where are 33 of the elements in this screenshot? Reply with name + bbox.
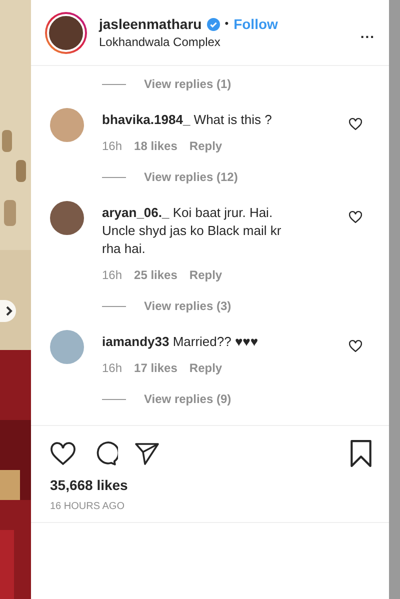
heart-icon[interactable] [349, 118, 362, 130]
likes-count[interactable]: 35,668 likes [31, 473, 389, 497]
comment-time: 16h [102, 268, 122, 282]
separator: • [224, 18, 229, 30]
heart-icon[interactable] [50, 442, 76, 465]
view-replies-button[interactable]: View replies (9) [144, 392, 232, 406]
comment-text: aryan_06._ Koi baat jrur. Hai. Uncle shyd jas ko Black mail kr rha hai. [102, 204, 282, 258]
reply-button[interactable]: Reply [189, 139, 222, 153]
heart-icon[interactable] [349, 340, 362, 352]
likes-link[interactable]: 25 likes [134, 268, 178, 282]
username[interactable]: jasleenmatharu [99, 16, 202, 32]
heart-icon[interactable] [349, 211, 362, 223]
follow-link[interactable]: Follow [234, 16, 278, 32]
verified-icon [206, 18, 220, 30]
view-replies-button[interactable]: View replies (3) [144, 299, 232, 313]
likes-link[interactable]: 18 likes [134, 139, 178, 153]
avatar[interactable] [45, 12, 87, 54]
comment-time: 16h [102, 139, 122, 153]
post-time: 16 HOURS AGO [49, 500, 126, 514]
bookmark-icon[interactable] [349, 440, 373, 467]
location-link[interactable]: Lokhandwala Complex [99, 35, 360, 49]
view-replies-button[interactable]: View replies (1) [144, 77, 232, 91]
reply-button[interactable]: Reply [189, 361, 222, 375]
view-replies-button[interactable]: View replies (12) [144, 170, 238, 184]
comment-text: bhavika.1984_ What is this ? [102, 111, 273, 129]
reply-button[interactable]: Reply [189, 268, 222, 282]
comment-time: 16h [102, 361, 122, 375]
more-button[interactable]: ... [360, 24, 375, 40]
avatar[interactable] [50, 201, 84, 235]
comment-text: iamandy33 Married?? ♥♥♥ [102, 333, 260, 351]
chevron-right-icon [5, 306, 13, 316]
send-icon[interactable] [134, 442, 160, 466]
likes-link[interactable]: 17 likes [134, 361, 178, 375]
